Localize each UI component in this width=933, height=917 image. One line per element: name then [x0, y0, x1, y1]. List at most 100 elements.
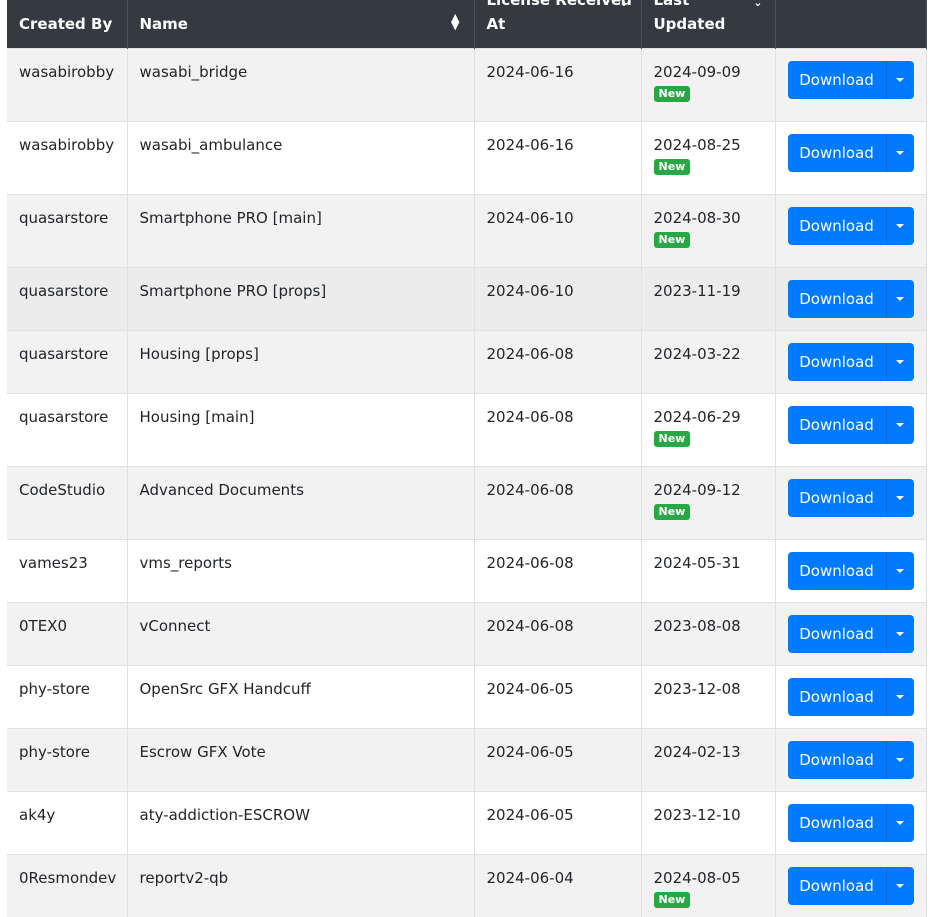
- cell-last-updated: 2023-11-19: [641, 266, 776, 330]
- download-dropdown-toggle[interactable]: [885, 677, 914, 716]
- cell-last-updated: 2024-08-30 New: [641, 193, 776, 267]
- caret-down-icon: [896, 422, 904, 427]
- download-dropdown-toggle[interactable]: [885, 803, 914, 842]
- sort-down-icon[interactable]: ⌄: [753, 0, 762, 9]
- download-dropdown-toggle[interactable]: [885, 866, 914, 905]
- cell-last-updated: 2024-09-09 New: [641, 47, 776, 121]
- cell-name: wasabi_ambulance: [127, 120, 475, 194]
- last-updated-date: 2024-02-13: [653, 742, 741, 761]
- new-badge: New: [653, 891, 691, 908]
- cell-last-updated: 2024-05-31: [641, 538, 776, 602]
- download-button-group: Download: [787, 405, 914, 444]
- cell-created-by: ak4y: [7, 790, 128, 854]
- table-row: ak4y aty-addiction-ESCROW 2024-06-05 2023-1…: [7, 790, 927, 854]
- cell-created-by: 0TEX0: [7, 601, 128, 665]
- download-button[interactable]: Download: [787, 803, 886, 842]
- cell-created-by: quasarstore: [7, 266, 128, 330]
- last-updated-date: 2023-12-08: [653, 679, 741, 698]
- cell-name: OpenSrc GFX Handcuff: [127, 664, 475, 728]
- caret-down-icon: [896, 820, 904, 825]
- download-dropdown-toggle[interactable]: [885, 342, 914, 381]
- cell-license-received: 2024-06-08: [474, 392, 642, 466]
- download-dropdown-toggle[interactable]: [885, 60, 914, 99]
- cell-last-updated: 2023-12-10: [641, 790, 776, 854]
- cell-actions: Download: [775, 120, 927, 194]
- table-row: vames23 vms_reports 2024-06-08 2024-05-31 Do…: [7, 538, 927, 602]
- header-name[interactable]: Name ▲ ▼: [127, 0, 475, 48]
- download-button[interactable]: Download: [787, 60, 886, 99]
- table-body: wasabirobby wasabi_bridge 2024-06-16 2024-0…: [7, 47, 927, 917]
- table-row: phy-store OpenSrc GFX Handcuff 2024-06-05 2…: [7, 664, 927, 728]
- download-button-group: Download: [787, 478, 914, 517]
- download-button[interactable]: Download: [787, 405, 886, 444]
- licenses-table-container: Created By Name ▲ ▼ License Received At ⌄…: [7, 0, 927, 917]
- last-updated-date: 2024-06-29: [653, 407, 741, 426]
- cell-actions: Download: [775, 47, 927, 121]
- cell-name: vms_reports: [127, 538, 475, 602]
- download-dropdown-toggle[interactable]: [885, 279, 914, 318]
- download-button[interactable]: Download: [787, 740, 886, 779]
- download-dropdown-toggle[interactable]: [885, 133, 914, 172]
- caret-down-icon: [896, 495, 904, 500]
- new-badge: New: [653, 503, 691, 520]
- download-button[interactable]: Download: [787, 614, 886, 653]
- caret-down-icon: [896, 359, 904, 364]
- cell-name: vConnect: [127, 601, 475, 665]
- download-button[interactable]: Download: [787, 133, 886, 172]
- caret-down-icon: [896, 757, 904, 762]
- cell-license-received: 2024-06-08: [474, 538, 642, 602]
- download-button-group: Download: [787, 279, 914, 318]
- table-row: 0TEX0 vConnect 2024-06-08 2023-08-08 Downloa…: [7, 601, 927, 665]
- download-dropdown-toggle[interactable]: [885, 740, 914, 779]
- new-badge: New: [653, 85, 691, 102]
- last-updated-date: 2024-05-31: [653, 553, 741, 572]
- download-button[interactable]: Download: [787, 677, 886, 716]
- cell-created-by: wasabirobby: [7, 47, 128, 121]
- download-button[interactable]: Download: [787, 866, 886, 905]
- cell-license-received: 2024-06-08: [474, 465, 642, 539]
- last-updated-date: 2024-03-22: [653, 344, 741, 363]
- cell-last-updated: 2024-08-05 New: [641, 853, 776, 917]
- cell-last-updated: 2024-06-29 New: [641, 392, 776, 466]
- download-dropdown-toggle[interactable]: [885, 551, 914, 590]
- download-button-group: Download: [787, 866, 914, 905]
- cell-actions: Download: [775, 465, 927, 539]
- last-updated-date: 2024-08-25: [653, 135, 741, 154]
- download-dropdown-toggle[interactable]: [885, 614, 914, 653]
- cell-actions: Download: [775, 664, 927, 728]
- sort-icon[interactable]: ▲ ▼: [451, 12, 459, 31]
- cell-license-received: 2024-06-16: [474, 47, 642, 121]
- table-row: quasarstore Smartphone PRO [props] 2024-06…: [7, 266, 927, 330]
- download-dropdown-toggle[interactable]: [885, 478, 914, 517]
- download-button-group: Download: [787, 677, 914, 716]
- header-created-by[interactable]: Created By: [7, 0, 128, 48]
- table-row: wasabirobby wasabi_ambulance 2024-06-16 202…: [7, 120, 927, 194]
- cell-license-received: 2024-06-05: [474, 664, 642, 728]
- header-last-updated[interactable]: Last Updated ⌄: [641, 0, 776, 48]
- header-license-received-at[interactable]: License Received At ⌄: [474, 0, 642, 48]
- download-button[interactable]: Download: [787, 279, 886, 318]
- cell-last-updated: 2024-08-25 New: [641, 120, 776, 194]
- cell-last-updated: 2023-08-08: [641, 601, 776, 665]
- download-button-group: Download: [787, 342, 914, 381]
- cell-actions: Download: [775, 727, 927, 791]
- download-button[interactable]: Download: [787, 342, 886, 381]
- download-dropdown-toggle[interactable]: [885, 405, 914, 444]
- download-button-group: Download: [787, 740, 914, 779]
- download-button[interactable]: Download: [787, 206, 886, 245]
- table-row: 0Resmondev reportv2-qb 2024-06-04 2024-08-0…: [7, 853, 927, 917]
- download-button[interactable]: Download: [787, 478, 886, 517]
- cell-created-by: quasarstore: [7, 329, 128, 393]
- download-button[interactable]: Download: [787, 551, 886, 590]
- sort-down-icon[interactable]: ⌄: [619, 0, 628, 9]
- caret-down-icon: [896, 883, 904, 888]
- last-updated-date: 2023-08-08: [653, 616, 741, 635]
- cell-license-received: 2024-06-10: [474, 193, 642, 267]
- download-dropdown-toggle[interactable]: [885, 206, 914, 245]
- download-button-group: Download: [787, 206, 914, 245]
- cell-name: aty-addiction-ESCROW: [127, 790, 475, 854]
- cell-name: Smartphone PRO [main]: [127, 193, 475, 267]
- cell-actions: Download: [775, 853, 927, 917]
- last-updated-date: 2023-11-19: [653, 281, 741, 300]
- cell-name: Advanced Documents: [127, 465, 475, 539]
